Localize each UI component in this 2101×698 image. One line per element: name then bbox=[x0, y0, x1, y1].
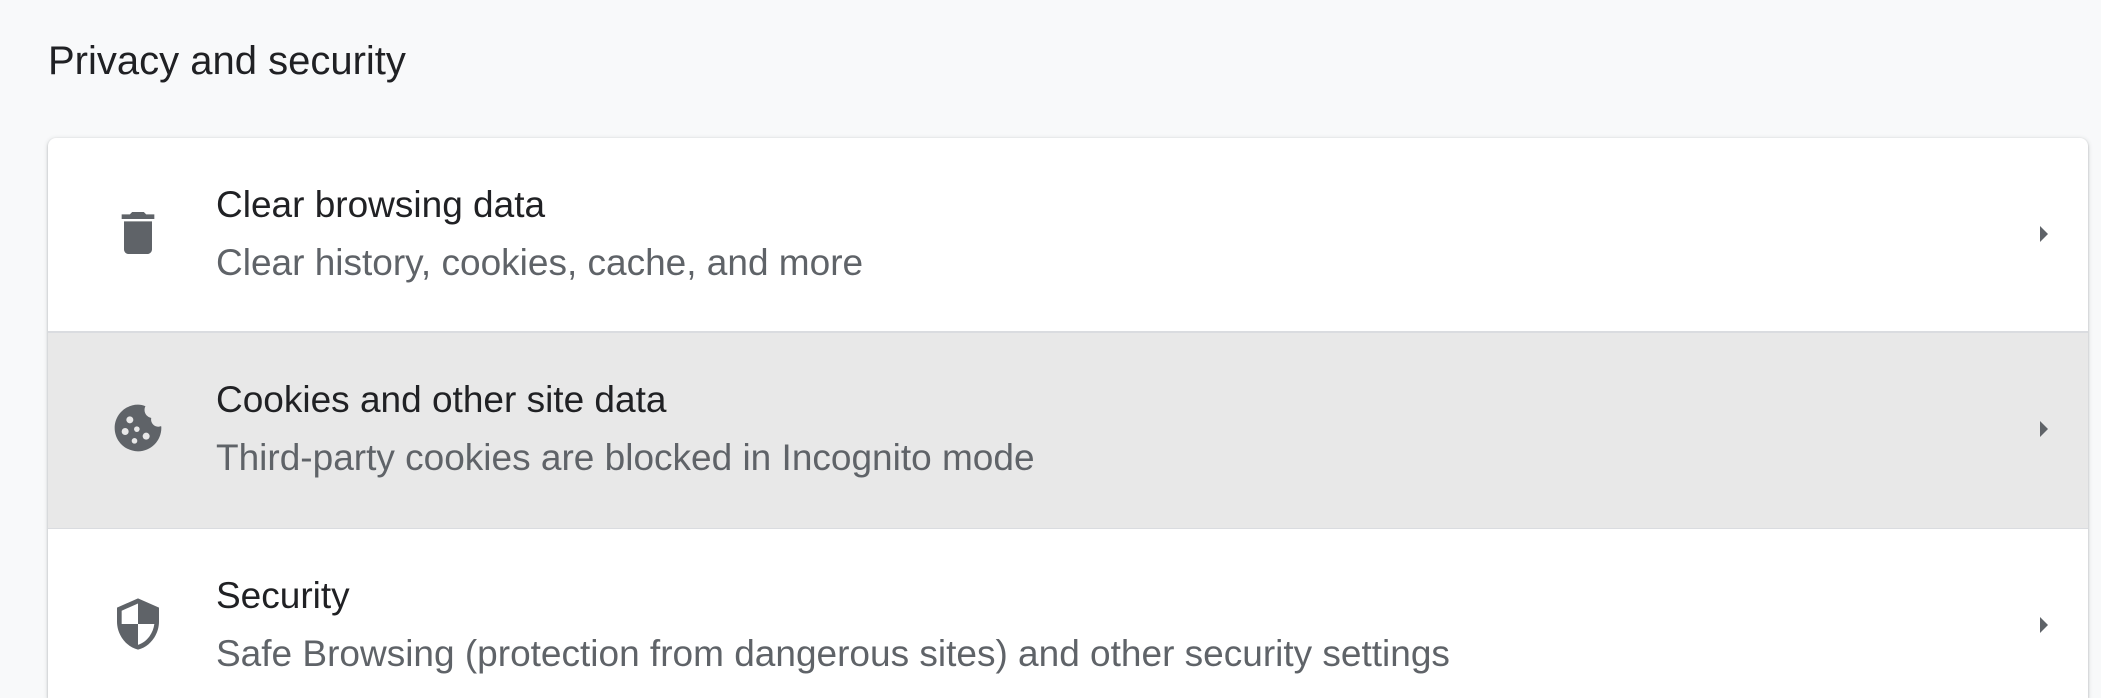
row-label: Security bbox=[216, 575, 350, 616]
clear-browsing-data-row[interactable]: Clear browsing data Clear history, cooki… bbox=[48, 138, 2088, 333]
privacy-security-card: Clear browsing data Clear history, cooki… bbox=[48, 138, 2088, 698]
row-label: Clear browsing data bbox=[216, 184, 546, 225]
cookie-icon bbox=[110, 400, 166, 456]
arrow-right-icon bbox=[2028, 218, 2060, 250]
arrow-right-icon bbox=[2028, 413, 2060, 445]
row-sublabel: Clear history, cookies, cache, and more bbox=[216, 242, 864, 283]
row-label: Cookies and other site data bbox=[216, 379, 667, 420]
cookies-site-data-row[interactable]: Cookies and other site data Third-party … bbox=[48, 333, 2088, 528]
row-sublabel: Third-party cookies are blocked in Incog… bbox=[216, 437, 1035, 478]
trash-icon bbox=[110, 205, 166, 261]
arrow-right-icon bbox=[2028, 609, 2060, 641]
security-row[interactable]: Security Safe Browsing (protection from … bbox=[48, 528, 2088, 698]
row-sublabel: Safe Browsing (protection from dangerous… bbox=[216, 633, 1450, 674]
shield-icon bbox=[110, 596, 166, 652]
section-title: Privacy and security bbox=[48, 39, 406, 83]
